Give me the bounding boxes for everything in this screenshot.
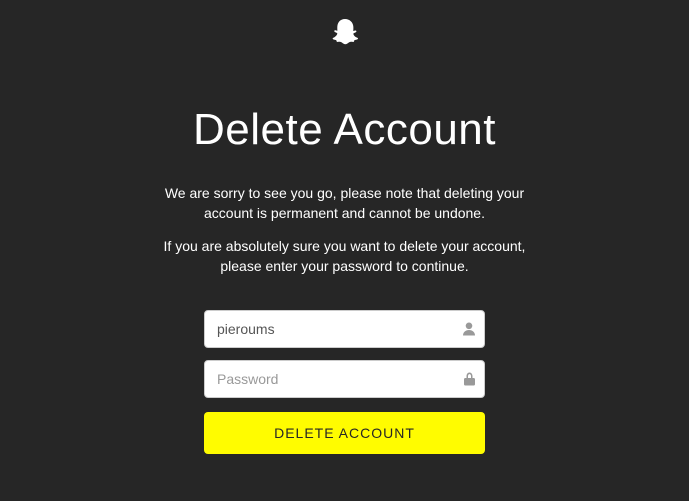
lock-icon — [464, 373, 475, 386]
page-title: Delete Account — [193, 105, 496, 155]
page-container: Delete Account We are sorry to see you g… — [0, 0, 689, 454]
password-input[interactable] — [204, 360, 485, 398]
username-input[interactable] — [204, 310, 485, 348]
warning-text-line2: account is permanent and cannot be undon… — [204, 205, 485, 221]
warning-text: We are sorry to see you go, please note … — [165, 183, 524, 224]
delete-account-button[interactable]: DELETE ACCOUNT — [204, 412, 485, 454]
confirm-text: If you are absolutely sure you want to d… — [164, 236, 526, 277]
delete-form: DELETE ACCOUNT — [204, 310, 485, 454]
confirm-text-line1: If you are absolutely sure you want to d… — [164, 238, 526, 254]
confirm-text-line2: please enter your password to continue. — [220, 258, 468, 274]
password-field-wrap — [204, 360, 485, 398]
snapchat-logo-icon — [328, 18, 362, 55]
username-field-wrap — [204, 310, 485, 348]
user-icon — [463, 323, 475, 336]
warning-text-line1: We are sorry to see you go, please note … — [165, 185, 524, 201]
